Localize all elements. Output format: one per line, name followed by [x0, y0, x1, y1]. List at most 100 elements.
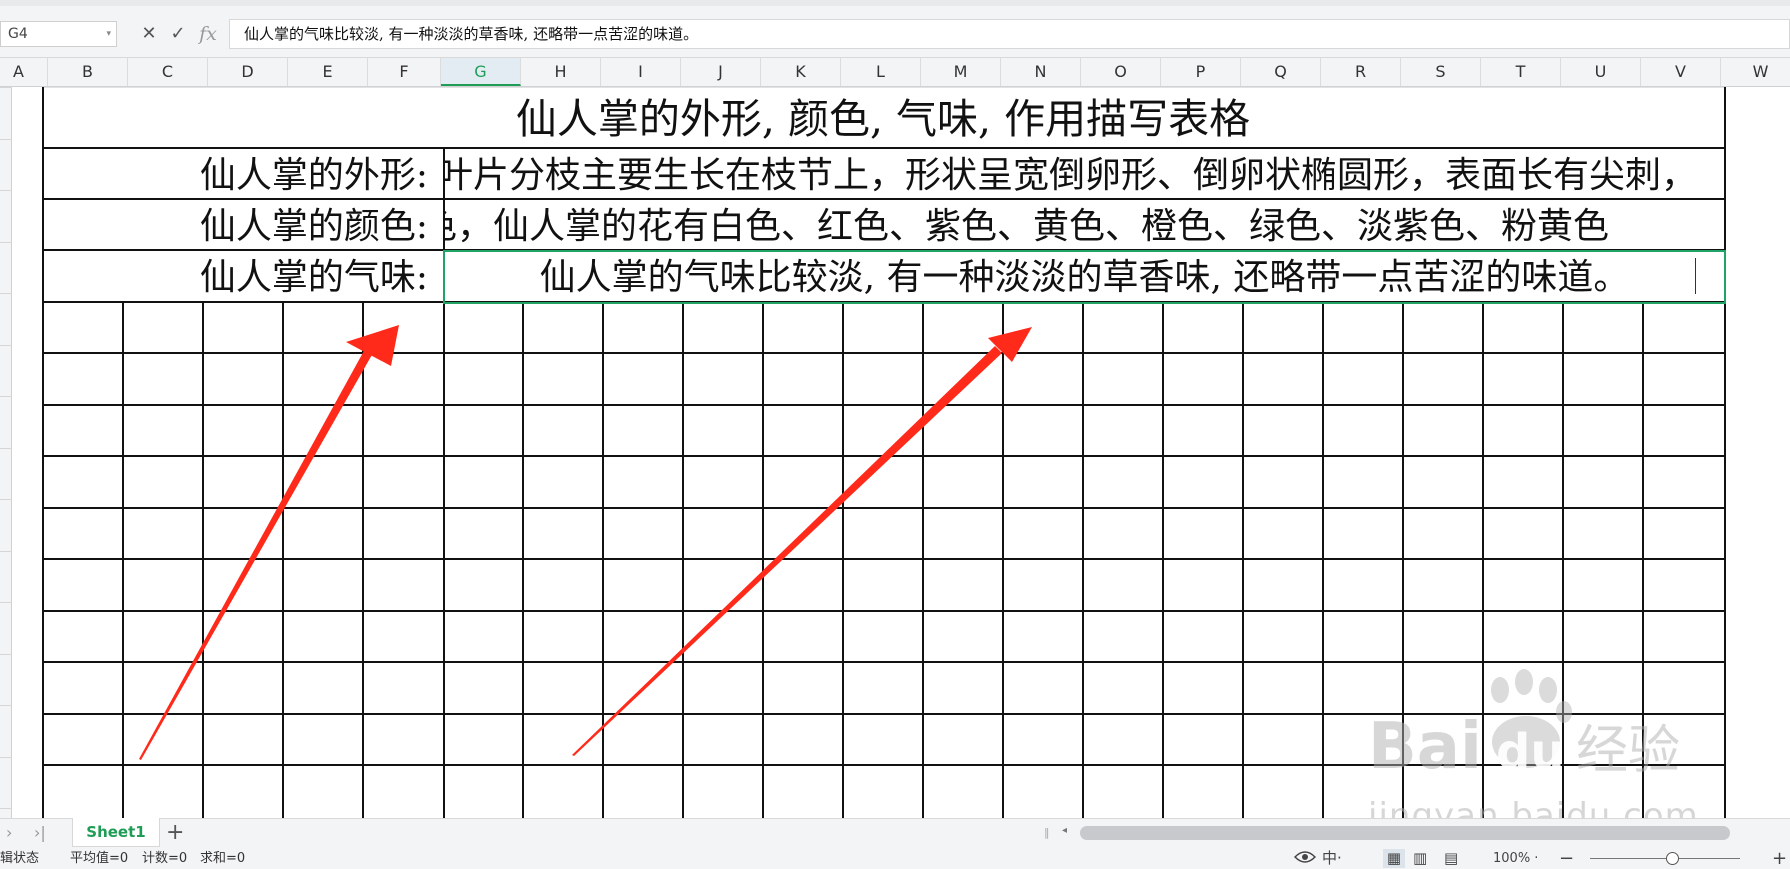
active-cell-outline	[443, 250, 1726, 304]
eye-icon[interactable]	[1293, 849, 1317, 868]
grid-vline	[1002, 301, 1004, 818]
column-header-i[interactable]: I	[601, 58, 681, 86]
sheet-tab[interactable]: Sheet1	[72, 818, 160, 847]
check-icon[interactable]: ✓	[166, 21, 190, 47]
grid-vline	[762, 301, 764, 818]
page-break-icon[interactable]: ▤	[1444, 849, 1458, 868]
scroll-grip-icon[interactable]: ‖	[1044, 826, 1050, 839]
row-header-bar	[0, 87, 12, 818]
grid-vline	[602, 301, 604, 818]
grid-hline	[42, 455, 1726, 457]
grid-hline	[42, 352, 1726, 354]
column-header-t[interactable]: T	[1481, 58, 1561, 86]
column-header-u[interactable]: U	[1561, 58, 1641, 86]
column-header-p[interactable]: P	[1161, 58, 1241, 86]
row-separator	[0, 602, 12, 603]
chevron-down-icon[interactable]: ▾	[106, 22, 111, 46]
row-separator	[0, 87, 12, 88]
zoom-slider-track[interactable]	[1590, 858, 1740, 859]
row-separator	[0, 190, 12, 191]
row-separator	[0, 551, 12, 552]
grid-hline	[42, 661, 1726, 663]
last-sheet-icon[interactable]: ›|	[34, 819, 46, 847]
formula-input[interactable]: 仙人掌的气味比较淡, 有一种淡淡的草香味, 还略带一点苦涩的味道。	[229, 19, 1790, 49]
description-cell-shape[interactable]: 叶片分枝主要生长在枝节上，形状呈宽倒卵形、倒卵状椭圆形，表面长有尖刺，	[445, 149, 1724, 199]
grid-vline	[122, 301, 124, 818]
grid-vline	[1724, 87, 1726, 818]
horizontal-scrollbar[interactable]	[1080, 826, 1730, 840]
column-header-o[interactable]: O	[1081, 58, 1161, 86]
grid-vline	[522, 301, 524, 818]
toolbar-edge	[0, 0, 1790, 6]
column-header-w[interactable]: W	[1721, 58, 1790, 86]
grid-view-icon[interactable]: ▦	[1383, 849, 1405, 868]
page-layout-icon[interactable]: ▥	[1413, 849, 1427, 868]
scroll-left-icon[interactable]: ◂	[1062, 825, 1067, 836]
grid-vline	[1322, 301, 1324, 818]
input-method-icon[interactable]: 中·	[1322, 849, 1342, 868]
column-header-g[interactable]: G	[441, 58, 521, 86]
add-sheet-icon[interactable]: +	[166, 819, 184, 847]
formula-bar: G4 ▾ ✕ ✓ fx 仙人掌的气味比较淡, 有一种淡淡的草香味, 还略带一点苦…	[0, 0, 1790, 58]
column-header-m[interactable]: M	[921, 58, 1001, 86]
label-cell-color[interactable]: 仙人掌的颜色:	[42, 200, 446, 250]
label-cell-smell[interactable]: 仙人掌的气味:	[42, 251, 446, 301]
column-header-c[interactable]: C	[128, 58, 208, 86]
grid-vline	[842, 301, 844, 818]
column-header-e[interactable]: E	[288, 58, 368, 86]
grid-vline	[1242, 301, 1244, 818]
column-header-v[interactable]: V	[1641, 58, 1721, 86]
name-box[interactable]: G4 ▾	[0, 21, 117, 47]
description-text-color: 色，仙人掌的花有白色、红色、紫色、黄色、橙色、绿色、淡紫色、粉黄色	[445, 206, 1610, 247]
description-cell-color[interactable]: 色，仙人掌的花有白色、红色、紫色、黄色、橙色、绿色、淡紫色、粉黄色	[445, 200, 1724, 250]
fx-icon[interactable]: fx	[196, 21, 220, 47]
close-icon[interactable]: ✕	[137, 21, 161, 47]
column-header-l[interactable]: L	[841, 58, 921, 86]
grid-vline	[1402, 301, 1404, 818]
row-separator	[0, 757, 12, 758]
grid-vline	[682, 301, 684, 818]
column-header-b[interactable]: B	[48, 58, 128, 86]
sheet-tab-bar: › ›| Sheet1 + ‖ ◂	[0, 818, 1790, 848]
row-separator	[0, 654, 12, 655]
grid-hline	[42, 764, 1726, 766]
grid-hline	[42, 713, 1726, 715]
row-separator	[0, 705, 12, 706]
status-bar: 辑状态 平均值=0 计数=0 求和=0 中· ▦ ▥ ▤ 100% · − +	[0, 848, 1790, 869]
zoom-level[interactable]: 100% ·	[1493, 849, 1538, 868]
grid-vline	[1642, 301, 1644, 818]
label-cell-shape[interactable]: 仙人掌的外形:	[42, 149, 446, 199]
title-cell[interactable]: 仙人掌的外形, 颜色, 气味, 作用描写表格	[42, 87, 1724, 147]
edit-status: 辑状态	[0, 851, 40, 866]
column-header-r[interactable]: R	[1321, 58, 1401, 86]
spreadsheet-grid[interactable]: 仙人掌的外形, 颜色, 气味, 作用描写表格 仙人掌的外形: 仙人掌的颜色: 仙…	[12, 87, 1790, 818]
grid-vline	[362, 301, 364, 818]
text-caret	[1695, 258, 1696, 294]
column-header-n[interactable]: N	[1001, 58, 1081, 86]
column-header-q[interactable]: Q	[1241, 58, 1321, 86]
column-header-j[interactable]: J	[681, 58, 761, 86]
column-header-bar: ABCDEFGHIJKLMNOPQRSTUVW	[0, 58, 1790, 87]
sum-value: 求和=0	[200, 851, 246, 866]
grid-vline	[202, 301, 204, 818]
grid-hline	[42, 404, 1726, 406]
column-header-h[interactable]: H	[521, 58, 601, 86]
column-header-f[interactable]: F	[368, 58, 441, 86]
column-header-s[interactable]: S	[1401, 58, 1481, 86]
row-separator	[0, 499, 12, 500]
row-separator	[0, 139, 12, 140]
grid-vline	[1082, 301, 1084, 818]
name-box-value: G4	[8, 26, 28, 42]
zoom-slider-thumb[interactable]	[1666, 852, 1679, 865]
column-header-d[interactable]: D	[208, 58, 288, 86]
column-header-a[interactable]: A	[0, 58, 48, 86]
grid-vline	[922, 301, 924, 818]
chevron-right-icon[interactable]: ›	[6, 819, 12, 847]
row-separator	[0, 448, 12, 449]
zoom-in-icon[interactable]: +	[1772, 849, 1787, 868]
column-header-k[interactable]: K	[761, 58, 841, 86]
zoom-out-icon[interactable]: −	[1559, 849, 1574, 868]
row-separator	[0, 242, 12, 243]
grid-vline	[1162, 301, 1164, 818]
grid-hline	[42, 507, 1726, 509]
